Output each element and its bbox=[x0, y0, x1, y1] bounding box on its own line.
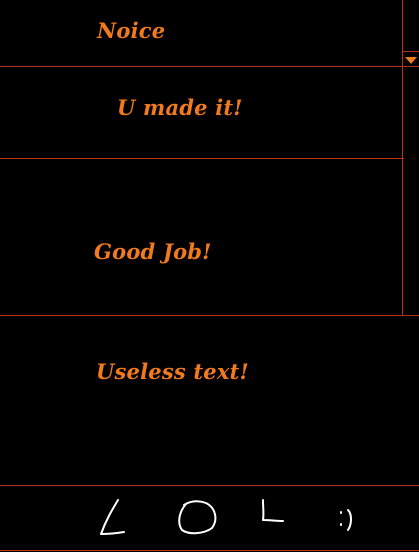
panel-noice: Noice bbox=[0, 0, 419, 66]
panel-text-good-job: Good Job! bbox=[94, 239, 212, 264]
footer-doodle bbox=[0, 486, 419, 550]
doodle-stroke-l1 bbox=[100, 499, 125, 535]
lol-doodle-image bbox=[100, 499, 352, 535]
panel-useless-text: Useless text! bbox=[0, 315, 419, 485]
doodle-stroke-paren bbox=[347, 509, 352, 531]
divider-2 bbox=[0, 158, 404, 159]
panel-good-job: Good Job! bbox=[0, 158, 419, 315]
scrollbar-button-divider bbox=[402, 51, 419, 52]
doodle-stroke-o bbox=[178, 500, 217, 535]
doodle-stroke-l2 bbox=[262, 499, 284, 522]
panel-u-made-it: U made it! bbox=[0, 66, 419, 158]
divider-3 bbox=[0, 315, 419, 316]
panel-text-u-made-it: U made it! bbox=[117, 95, 243, 120]
divider-1 bbox=[0, 66, 419, 67]
panel-text-noice: Noice bbox=[97, 18, 166, 43]
triangle-down-icon[interactable] bbox=[405, 57, 417, 64]
scrollbar-track-border bbox=[402, 0, 403, 315]
divider-bottom bbox=[0, 550, 419, 551]
panel-text-useless-text: Useless text! bbox=[96, 359, 249, 384]
scrollbar[interactable] bbox=[402, 0, 419, 315]
